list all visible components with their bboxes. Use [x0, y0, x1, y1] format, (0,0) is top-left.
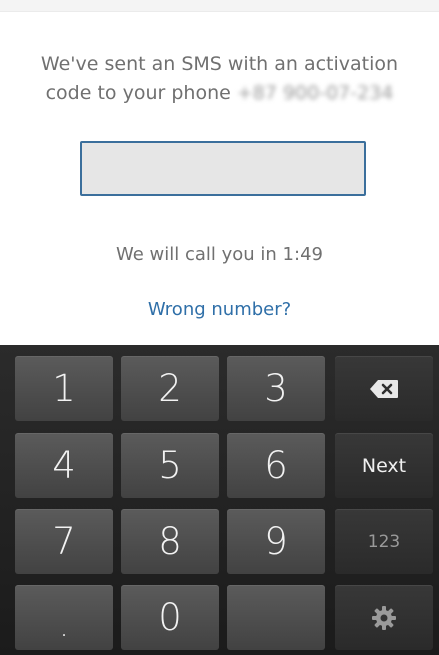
key-6-label: 6	[264, 444, 288, 487]
key-2[interactable]: 2	[121, 356, 219, 421]
call-timer-text: We will call you in 1:49	[116, 244, 323, 265]
key-8[interactable]: 8	[121, 509, 219, 574]
gear-icon	[372, 605, 396, 630]
sms-message-line-1: We've sent an SMS with an activation	[40, 53, 399, 75]
key-5[interactable]: 5	[121, 433, 219, 498]
key-3[interactable]: 3	[227, 356, 325, 421]
top-strip	[0, 0, 439, 12]
mode-123-key[interactable]: 123	[335, 509, 433, 574]
key-1-label: 1	[52, 367, 76, 410]
wrong-number-link[interactable]: Wrong number?	[0, 299, 439, 320]
key-dot[interactable]: .	[15, 585, 113, 650]
activation-code-input[interactable]	[80, 141, 366, 196]
key-5-label: 5	[158, 444, 182, 487]
sms-message-line-2: code to your phone +87 900-07-234	[20, 79, 419, 108]
backspace-icon	[370, 379, 398, 398]
next-key-label: Next	[361, 454, 407, 477]
key-0[interactable]: 0	[121, 585, 219, 650]
blurred-phone-number: +87 900-07-234	[236, 82, 394, 104]
key-blank[interactable]	[227, 585, 325, 650]
key-dot-label: .	[59, 609, 69, 644]
sms-message-line-2-text: code to your phone	[45, 82, 231, 104]
verification-panel: We've sent an SMS with an activation cod…	[0, 12, 439, 345]
key-2-label: 2	[158, 367, 182, 410]
key-9-label: 9	[264, 520, 288, 563]
key-4-label: 4	[52, 444, 76, 487]
key-4[interactable]: 4	[15, 433, 113, 498]
key-9[interactable]: 9	[227, 509, 325, 574]
backspace-key[interactable]	[335, 356, 433, 421]
key-3-label: 3	[264, 367, 288, 410]
settings-key[interactable]	[335, 585, 433, 650]
key-7-label: 7	[52, 520, 76, 563]
key-7[interactable]: 7	[15, 509, 113, 574]
mode-123-key-label: 123	[367, 531, 401, 552]
next-key[interactable]: Next	[335, 433, 433, 498]
key-0-label: 0	[158, 596, 182, 639]
sms-message: We've sent an SMS with an activation cod…	[20, 50, 419, 108]
numeric-keyboard: 1 2 3 4 5 6 Next 7 8 9 123 . 0	[0, 345, 439, 655]
key-1[interactable]: 1	[15, 356, 113, 421]
key-8-label: 8	[158, 520, 182, 563]
key-6[interactable]: 6	[227, 433, 325, 498]
